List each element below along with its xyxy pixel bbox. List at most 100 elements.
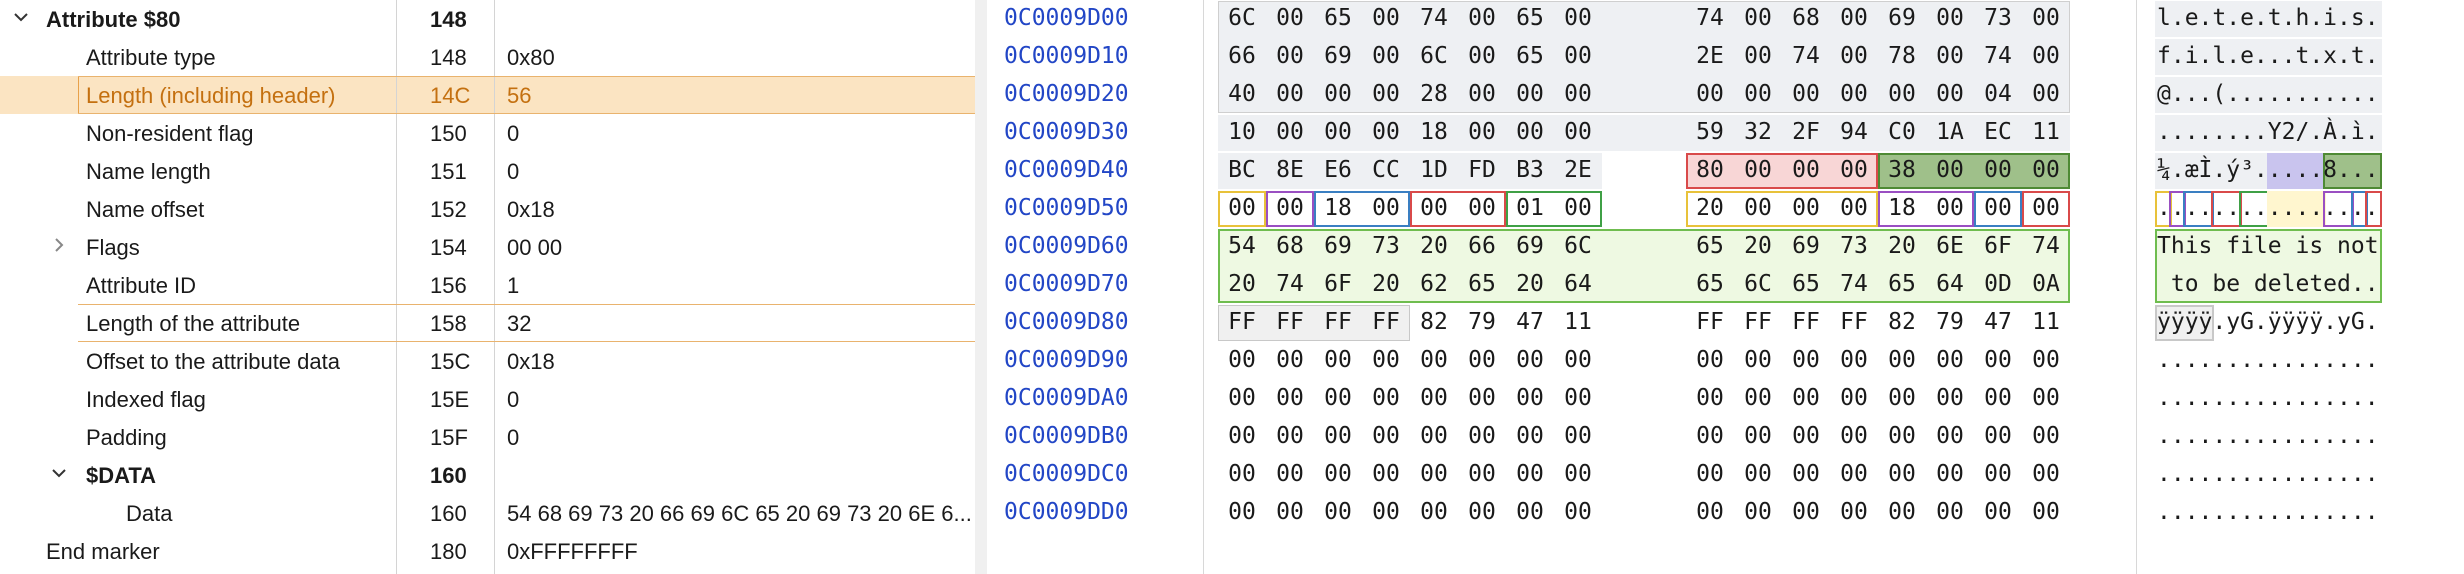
- hex-byte[interactable]: 2E: [1559, 157, 1597, 183]
- hex-byte[interactable]: 00: [1271, 81, 1309, 107]
- hex-byte[interactable]: 00: [1559, 43, 1597, 69]
- hex-byte[interactable]: 6C: [1739, 271, 1777, 297]
- hex-byte[interactable]: 00: [1463, 499, 1501, 525]
- tree-row[interactable]: Padding 15F 0: [0, 418, 975, 456]
- hex-byte[interactable]: 20: [1415, 233, 1453, 259]
- hex-byte[interactable]: 79: [1463, 309, 1501, 335]
- hex-byte[interactable]: 11: [1559, 309, 1597, 335]
- ascii-text[interactable]: This file is not: [2157, 233, 2379, 259]
- hex-byte[interactable]: 00: [1463, 5, 1501, 31]
- hex-byte[interactable]: 00: [1319, 81, 1357, 107]
- hex-byte[interactable]: 00: [1931, 385, 1969, 411]
- hex-byte[interactable]: 00: [1787, 461, 1825, 487]
- hex-byte[interactable]: 00: [1319, 119, 1357, 145]
- tree-row[interactable]: Offset to the attribute data 15C 0x18: [0, 342, 975, 380]
- hex-byte[interactable]: 00: [1787, 423, 1825, 449]
- ascii-text[interactable]: ................: [2157, 423, 2379, 449]
- hex-byte[interactable]: 00: [1367, 347, 1405, 373]
- hex-byte[interactable]: 00: [1835, 461, 1873, 487]
- ascii-text[interactable]: @...(...........: [2157, 81, 2379, 107]
- tree-row[interactable]: $DATA 160: [0, 456, 975, 494]
- hex-byte[interactable]: 00: [1979, 385, 2017, 411]
- hex-byte[interactable]: 74: [1415, 5, 1453, 31]
- hex-byte[interactable]: 00: [1739, 43, 1777, 69]
- hex-byte[interactable]: 00: [1559, 499, 1597, 525]
- hex-byte[interactable]: 18: [1883, 195, 1921, 221]
- hex-byte[interactable]: 00: [1979, 423, 2017, 449]
- hex-byte[interactable]: 00: [1559, 5, 1597, 31]
- hex-byte[interactable]: 00: [1271, 195, 1309, 221]
- hex-byte[interactable]: 40: [1223, 81, 1261, 107]
- hex-byte[interactable]: 74: [2027, 233, 2065, 259]
- hex-byte[interactable]: 00: [1835, 385, 1873, 411]
- tree-row[interactable]: Indexed flag 15E 0: [0, 380, 975, 418]
- hex-byte[interactable]: 00: [1787, 347, 1825, 373]
- hex-byte[interactable]: 00: [1223, 423, 1261, 449]
- hex-byte[interactable]: 00: [1931, 195, 1969, 221]
- hex-byte[interactable]: 62: [1415, 271, 1453, 297]
- hex-byte[interactable]: 00: [1835, 157, 1873, 183]
- hex-byte[interactable]: 00: [1931, 499, 1969, 525]
- hex-byte[interactable]: 00: [1511, 423, 1549, 449]
- tree-row[interactable]: Attribute type 148 0x80: [0, 38, 975, 76]
- hex-byte[interactable]: 00: [1691, 499, 1729, 525]
- hex-byte[interactable]: FF: [1787, 309, 1825, 335]
- hex-byte[interactable]: 00: [1511, 385, 1549, 411]
- ascii-text[interactable]: ¼.æÌ.ý³.....8...: [2157, 157, 2379, 183]
- hex-byte[interactable]: C0: [1883, 119, 1921, 145]
- hex-byte[interactable]: 00: [1415, 195, 1453, 221]
- hex-byte[interactable]: 01: [1511, 195, 1549, 221]
- hex-byte[interactable]: 00: [1835, 347, 1873, 373]
- hex-byte[interactable]: 00: [1223, 347, 1261, 373]
- hex-byte[interactable]: 00: [2027, 195, 2065, 221]
- hex-byte[interactable]: 00: [1979, 157, 2017, 183]
- tree-row[interactable]: Length (including header) 14C 56: [0, 76, 975, 114]
- tree-row[interactable]: Attribute ID 156 1: [0, 266, 975, 304]
- ascii-text[interactable]: ................: [2157, 499, 2379, 525]
- hex-byte[interactable]: 00: [1739, 385, 1777, 411]
- hex-byte[interactable]: 00: [2027, 157, 2065, 183]
- hex-byte[interactable]: 47: [1979, 309, 2017, 335]
- hex-byte[interactable]: 00: [1691, 81, 1729, 107]
- hex-byte[interactable]: 6F: [1979, 233, 2017, 259]
- hex-byte[interactable]: FF: [1319, 309, 1357, 335]
- hex-byte[interactable]: 6C: [1415, 43, 1453, 69]
- hex-byte[interactable]: 65: [1691, 271, 1729, 297]
- hex-byte[interactable]: 00: [1835, 423, 1873, 449]
- hex-byte[interactable]: 18: [1415, 119, 1453, 145]
- hex-byte[interactable]: 00: [1931, 423, 1969, 449]
- hex-byte[interactable]: 00: [1367, 81, 1405, 107]
- hex-byte[interactable]: 68: [1271, 233, 1309, 259]
- hex-byte[interactable]: 00: [1271, 347, 1309, 373]
- hex-view[interactable]: 0C0009D00 6C 00 65 00 74 00 65 00 74 00 68 00 69 00 73 0…: [987, 0, 2464, 574]
- tree-row[interactable]: Name length 151 0: [0, 152, 975, 190]
- hex-byte[interactable]: 00: [1739, 347, 1777, 373]
- hex-byte[interactable]: 00: [1319, 461, 1357, 487]
- hex-byte[interactable]: 65: [1511, 43, 1549, 69]
- hex-byte[interactable]: 00: [1511, 347, 1549, 373]
- hex-byte[interactable]: 94: [1835, 119, 1873, 145]
- hex-byte[interactable]: 04: [1979, 81, 2017, 107]
- hex-byte[interactable]: 00: [1739, 423, 1777, 449]
- hex-byte[interactable]: 00: [1835, 195, 1873, 221]
- ascii-text[interactable]: ................: [2157, 195, 2379, 221]
- hex-byte[interactable]: 74: [1835, 271, 1873, 297]
- hex-byte[interactable]: 65: [1883, 271, 1921, 297]
- hex-byte[interactable]: 82: [1883, 309, 1921, 335]
- hex-byte[interactable]: 00: [1463, 43, 1501, 69]
- hex-byte[interactable]: 65: [1691, 233, 1729, 259]
- hex-byte[interactable]: 38: [1883, 157, 1921, 183]
- hex-byte[interactable]: 00: [2027, 43, 2065, 69]
- hex-byte[interactable]: 00: [1463, 461, 1501, 487]
- hex-byte[interactable]: FF: [1835, 309, 1873, 335]
- hex-byte[interactable]: 00: [1367, 461, 1405, 487]
- ascii-text[interactable]: to be deleted..: [2157, 271, 2379, 297]
- hex-byte[interactable]: 20: [1883, 233, 1921, 259]
- hex-byte[interactable]: 00: [1463, 195, 1501, 221]
- hex-byte[interactable]: 00: [1319, 423, 1357, 449]
- hex-byte[interactable]: 66: [1463, 233, 1501, 259]
- hex-byte[interactable]: 69: [1319, 43, 1357, 69]
- tree-row[interactable]: Length of the attribute 158 32: [0, 304, 975, 342]
- tree-row[interactable]: Name offset 152 0x18: [0, 190, 975, 228]
- hex-byte[interactable]: 00: [1367, 499, 1405, 525]
